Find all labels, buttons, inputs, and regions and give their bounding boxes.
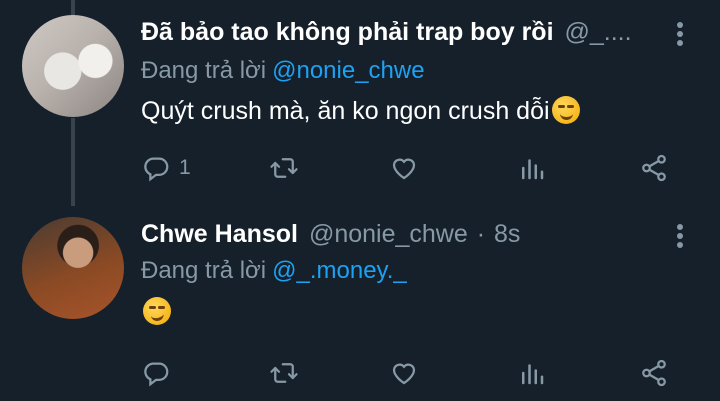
retweet-icon xyxy=(270,158,298,178)
user-handle[interactable]: @nonie_chwe xyxy=(309,220,468,248)
avatar[interactable] xyxy=(22,15,124,117)
share-button[interactable] xyxy=(639,150,669,186)
tweet-actions: 1 xyxy=(141,150,681,186)
like-button[interactable] xyxy=(389,150,419,186)
analytics-icon xyxy=(522,159,544,180)
tweet-header: Chwe Hansol @nonie_chwe · 8s xyxy=(141,220,650,249)
tweet-text-content: Quýt crush mà, ăn ko ngon crush dỗi xyxy=(141,97,550,125)
retweet-icon xyxy=(270,363,298,383)
analytics-button[interactable] xyxy=(517,355,547,391)
like-button[interactable] xyxy=(389,355,419,391)
replying-to-link[interactable]: @nonie_chwe xyxy=(272,57,424,84)
analytics-icon xyxy=(522,364,544,385)
replying-to-link[interactable]: @_.money._ xyxy=(272,257,407,284)
tweet[interactable]: Đã bảo tao không phải trap boy rồi @_...… xyxy=(0,0,720,205)
heart-icon xyxy=(392,363,416,385)
woozy-emoji xyxy=(143,297,171,325)
reply-count: 1 xyxy=(179,156,191,179)
more-vertical-icon[interactable] xyxy=(676,224,684,250)
reply-icon xyxy=(144,157,169,182)
tweet[interactable]: Chwe Hansol @nonie_chwe · 8s Đang trả lờ… xyxy=(0,205,720,401)
replying-prefix: Đang trả lời xyxy=(141,257,267,284)
retweet-button[interactable] xyxy=(269,355,299,391)
replying-to: Đang trả lời @nonie_chwe xyxy=(141,57,425,85)
reply-button[interactable] xyxy=(141,355,171,391)
reply-icon xyxy=(144,362,169,387)
tweet-text xyxy=(141,297,171,327)
heart-icon xyxy=(392,158,416,180)
more-vertical-icon[interactable] xyxy=(676,22,684,48)
retweet-button[interactable] xyxy=(269,150,299,186)
replying-prefix: Đang trả lời xyxy=(141,57,267,84)
smirk-emoji xyxy=(551,96,580,124)
display-name[interactable]: Chwe Hansol xyxy=(141,220,298,248)
separator-dot: · xyxy=(476,220,486,248)
tweet-text: Quýt crush mà, ăn ko ngon crush dỗi xyxy=(141,96,580,126)
share-button[interactable] xyxy=(639,355,669,391)
tweet-time[interactable]: 8s xyxy=(494,220,520,248)
user-handle[interactable]: @_.... xyxy=(564,18,631,46)
analytics-button[interactable] xyxy=(517,150,547,186)
share-icon xyxy=(642,154,666,182)
reply-button[interactable]: 1 xyxy=(141,150,191,186)
avatar[interactable] xyxy=(22,217,124,319)
replying-to: Đang trả lời @_.money._ xyxy=(141,257,407,285)
tweet-header: Đã bảo tao không phải trap boy rồi @_...… xyxy=(141,18,650,47)
display-name[interactable]: Đã bảo tao không phải trap boy rồi xyxy=(141,18,554,46)
tweet-actions xyxy=(141,355,681,391)
share-icon xyxy=(642,359,666,387)
